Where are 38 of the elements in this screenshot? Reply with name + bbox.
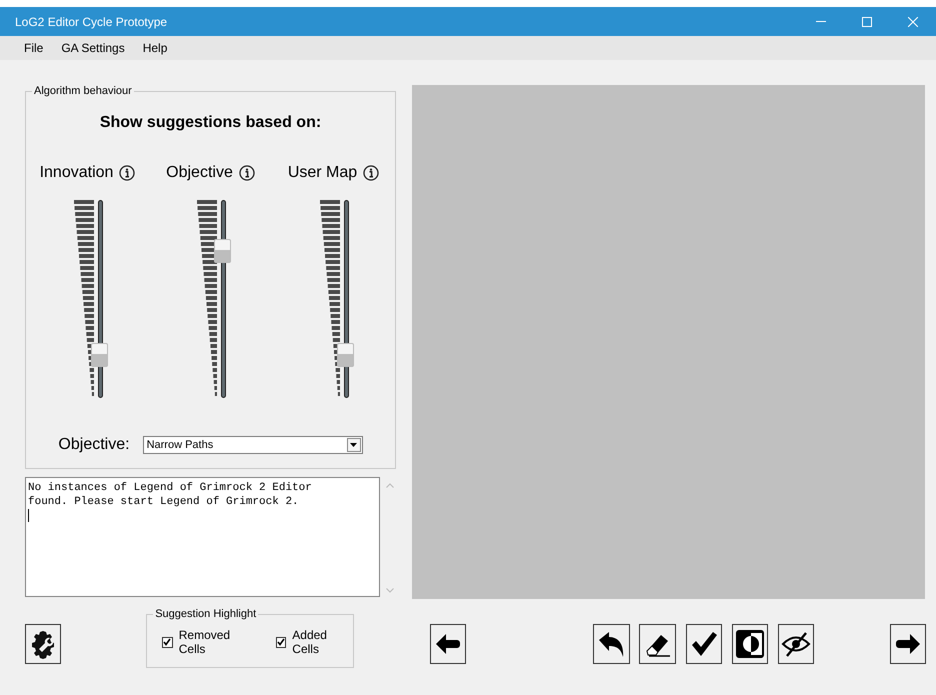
log-line: No instances of Legend of Grimrock 2 Editor xyxy=(28,481,313,495)
contrast-icon xyxy=(734,629,765,659)
undo-button[interactable] xyxy=(593,624,630,664)
contrast-button[interactable] xyxy=(732,624,768,664)
slider-label: Innovation xyxy=(40,164,114,182)
menu-item[interactable]: File xyxy=(15,41,52,55)
slider-thumb[interactable] xyxy=(337,343,354,368)
close-icon[interactable] xyxy=(908,16,918,26)
settings-button[interactable] xyxy=(25,624,62,664)
menu-item[interactable]: GA Settings xyxy=(52,41,134,55)
slider-thumb[interactable] xyxy=(91,343,108,368)
log-text-area[interactable]: No instances of Legend of Grimrock 2 Editor found. Please start Legend of Grimrock 2. xyxy=(25,477,380,597)
hidden-eye-button[interactable] xyxy=(778,624,814,664)
log-line: found. Please start Legend of Grimrock 2. xyxy=(28,495,300,509)
group-title: Suggestion Highlight xyxy=(154,608,258,620)
info-icon[interactable] xyxy=(119,165,136,181)
group-title: Algorithm behaviour xyxy=(33,85,133,97)
objective-dropdown[interactable]: Narrow Paths xyxy=(142,436,363,454)
checkbox[interactable] xyxy=(276,636,286,648)
slider-label: User Map xyxy=(288,164,358,182)
checkbox-label: Added Cells xyxy=(292,628,328,656)
section-heading: Show suggestions based on: xyxy=(100,114,322,132)
info-icon[interactable] xyxy=(238,165,255,181)
text-cursor xyxy=(28,509,29,522)
checkbox-label: Removed Cells xyxy=(178,628,232,656)
window-title: LoG2 Editor Cycle Prototype xyxy=(15,14,168,28)
menu-item[interactable]: Help xyxy=(134,41,176,55)
previous-button[interactable] xyxy=(430,624,466,664)
maximize-icon[interactable] xyxy=(862,16,872,26)
dropdown-arrow-icon xyxy=(350,443,358,447)
next-button[interactable] xyxy=(890,624,926,664)
slider-thumb[interactable] xyxy=(214,239,231,264)
objective-label: Objective: xyxy=(58,436,130,454)
eraser-button[interactable] xyxy=(639,624,676,664)
info-icon[interactable] xyxy=(363,165,380,181)
checkmark-button[interactable] xyxy=(686,624,722,664)
slider-label: Objective xyxy=(166,164,233,182)
checkbox[interactable] xyxy=(162,636,173,648)
